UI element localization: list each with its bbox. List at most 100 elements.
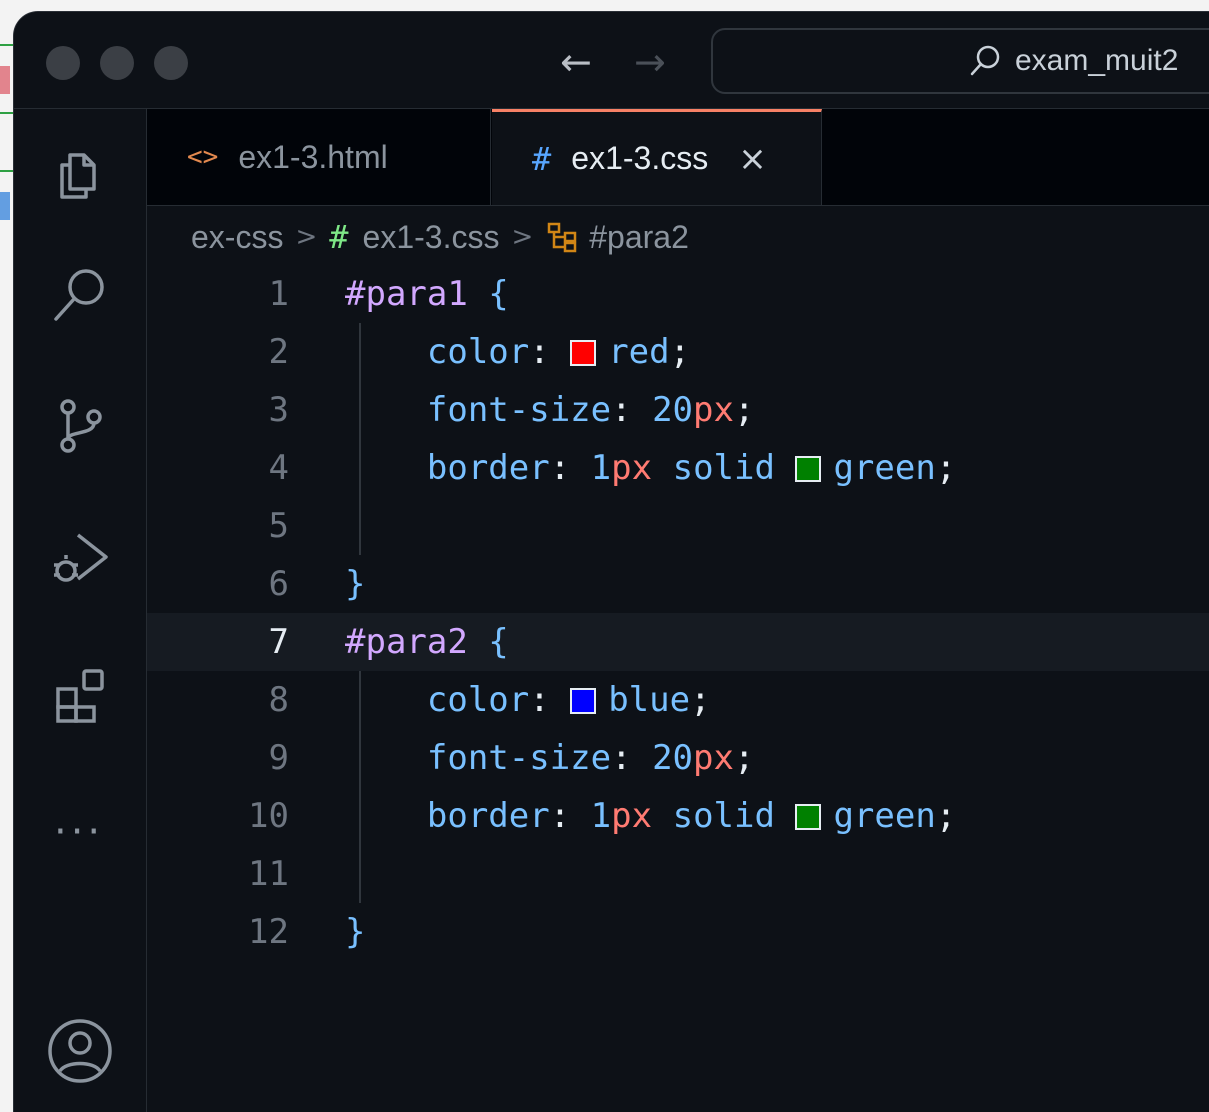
search-icon[interactable] xyxy=(44,259,116,331)
more-icon[interactable]: ··· xyxy=(54,809,104,855)
semicolon: ; xyxy=(935,448,957,488)
account-icon[interactable] xyxy=(44,1015,116,1087)
code-line: 5 xyxy=(147,497,1209,555)
css-value: red xyxy=(608,332,670,372)
line-number: 5 xyxy=(268,506,289,546)
code-text: border: 1px solid green; xyxy=(345,787,956,845)
code-text: #para2 { xyxy=(345,613,509,671)
code-text: color: blue; xyxy=(345,671,711,729)
code-line: 4 border: 1px solid green; xyxy=(147,439,1209,497)
code-line: 10 border: 1px solid green; xyxy=(147,787,1209,845)
semicolon: ; xyxy=(733,390,755,430)
activity-bar: ··· xyxy=(14,109,147,1112)
css-file-icon: # xyxy=(532,139,552,178)
minimize-window-button[interactable] xyxy=(100,46,134,80)
maximize-window-button[interactable] xyxy=(154,46,188,80)
open-brace: { xyxy=(467,622,509,662)
code-line: 7 #para2 { xyxy=(147,613,1209,671)
semicolon: ; xyxy=(669,332,691,372)
run-debug-icon[interactable] xyxy=(44,521,116,593)
colon: : xyxy=(549,448,591,488)
code-line: 12} xyxy=(147,903,1209,961)
css-unit: px xyxy=(693,390,734,430)
css-unit: px xyxy=(693,738,734,778)
close-icon[interactable]: × xyxy=(738,139,767,179)
code-line: 8 color: blue; xyxy=(147,671,1209,729)
line-number: 4 xyxy=(268,448,289,488)
css-value: blue xyxy=(608,680,691,720)
editor-area: <> ex1-3.html # ex1-3.css × ex-css > # e… xyxy=(147,109,1209,1112)
search-icon xyxy=(970,45,1000,76)
editor-window: ← → exam_muit2 ··· <> ex1-3.html # ex1-3… xyxy=(14,12,1209,1112)
open-brace: { xyxy=(467,274,509,314)
colon: : xyxy=(611,738,653,778)
code-text: border: 1px solid green; xyxy=(345,439,956,497)
tab-ex1-3-html[interactable]: <> ex1-3.html xyxy=(147,109,491,205)
tab-ex1-3-css[interactable]: # ex1-3.css × xyxy=(492,109,822,205)
css-keyword: solid xyxy=(672,796,775,836)
css-number: 1 xyxy=(590,448,612,488)
line-number: 11 xyxy=(248,854,289,894)
extensions-icon[interactable] xyxy=(44,657,116,729)
line-number: 2 xyxy=(268,332,289,372)
workspace-name: exam_muit2 xyxy=(1015,44,1179,77)
chevron-right-icon: > xyxy=(511,222,534,252)
css-number: 20 xyxy=(652,738,694,778)
line-number: 7 xyxy=(268,622,289,662)
breadcrumb-symbol[interactable]: #para2 xyxy=(589,219,689,256)
background-window-edge xyxy=(0,112,14,114)
close-window-button[interactable] xyxy=(46,46,80,80)
css-property: border xyxy=(426,448,550,488)
css-property: font-size xyxy=(426,390,612,430)
code-text: color: red; xyxy=(345,323,690,381)
css-number: 20 xyxy=(652,390,694,430)
close-brace: } xyxy=(345,912,366,952)
code-line: 1 #para1 { xyxy=(147,265,1209,323)
code-text: } xyxy=(345,555,365,613)
source-control-icon[interactable] xyxy=(44,389,116,461)
css-unit: px xyxy=(611,796,653,836)
colon: : xyxy=(611,390,653,430)
css-keyword: solid xyxy=(672,448,775,488)
line-number: 1 xyxy=(268,274,289,314)
breadcrumb-file[interactable]: ex1-3.css xyxy=(363,219,500,256)
color-swatch-icon[interactable] xyxy=(795,456,822,482)
background-window-edge xyxy=(0,44,14,46)
css-file-icon: # xyxy=(329,218,349,256)
back-arrow-icon[interactable]: ← xyxy=(560,34,592,90)
semicolon: ; xyxy=(733,738,755,778)
title-bar: ← → exam_muit2 xyxy=(14,12,1209,109)
tab-bar: <> ex1-3.html # ex1-3.css × xyxy=(147,109,1209,206)
css-property: color xyxy=(426,332,530,372)
css-value: green xyxy=(833,448,936,488)
indent-guide xyxy=(359,323,361,555)
forward-arrow-icon[interactable]: → xyxy=(634,34,666,90)
semicolon: ; xyxy=(935,796,957,836)
color-swatch-icon[interactable] xyxy=(570,340,597,366)
indent-guide xyxy=(359,671,361,903)
code-line: 2 color: red; xyxy=(147,323,1209,381)
colon: : xyxy=(529,332,571,372)
code-text: } xyxy=(345,903,365,961)
line-number: 3 xyxy=(268,390,289,430)
css-selector: #para1 xyxy=(345,274,468,314)
code-text: #para1 { xyxy=(345,265,509,323)
color-swatch-icon[interactable] xyxy=(570,688,597,714)
code-text: font-size: 20px; xyxy=(345,729,755,787)
line-number: 9 xyxy=(268,738,289,778)
breadcrumb-folder[interactable]: ex-css xyxy=(191,219,283,256)
color-swatch-icon[interactable] xyxy=(795,804,822,830)
semicolon: ; xyxy=(690,680,711,720)
explorer-icon[interactable] xyxy=(44,137,116,209)
code-line: 9 font-size: 20px; xyxy=(147,729,1209,787)
code-text: font-size: 20px; xyxy=(345,381,755,439)
command-center-search[interactable]: exam_muit2 xyxy=(711,28,1209,94)
